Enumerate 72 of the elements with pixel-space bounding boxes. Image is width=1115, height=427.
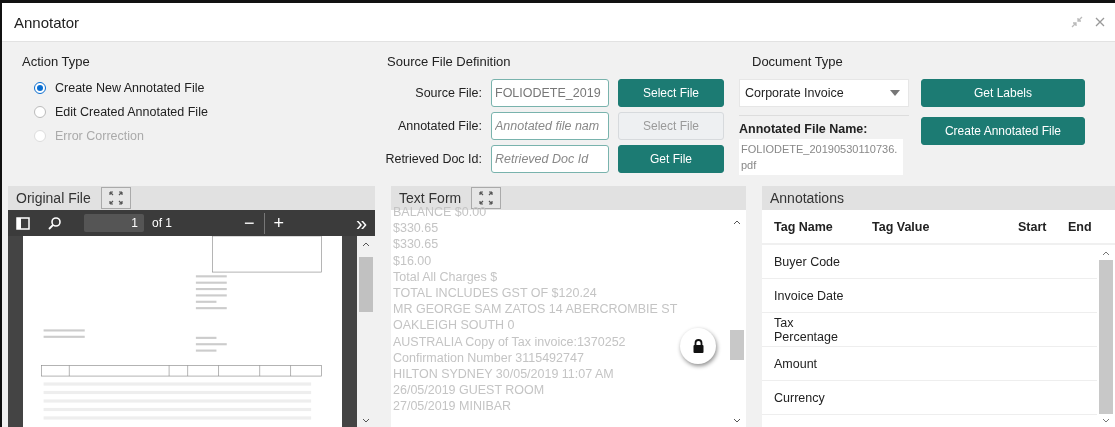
file-button[interactable]: Get File [618, 145, 724, 173]
scroll-down-icon[interactable] [1102, 418, 1110, 423]
field-label: Retrieved Doc Id: [384, 152, 482, 166]
column-header: Start [1018, 219, 1048, 234]
lock-button[interactable] [680, 328, 716, 364]
search-icon[interactable] [48, 216, 62, 230]
scroll-up-icon[interactable] [733, 220, 741, 225]
zoom-out-button[interactable]: − [243, 212, 266, 234]
input-field[interactable]: Retrieved Doc Id [491, 145, 609, 173]
column-header: Tag Value [872, 219, 931, 234]
page-count: of 1 [152, 216, 172, 230]
scrollbar[interactable] [357, 236, 375, 427]
document-type-dropdown[interactable]: Corporate Invoice [739, 79, 909, 107]
scroll-up-icon[interactable] [362, 242, 370, 247]
lock-icon [692, 339, 704, 353]
action-button[interactable]: Create Annotated File [921, 117, 1085, 145]
input-field[interactable]: Annotated file nam [491, 112, 609, 140]
scrollbar-thumb[interactable] [359, 257, 373, 312]
text-line: AUSTRALIA Copy of Tax invoice:1370252 [393, 333, 626, 350]
text-line: HILTON SYDNEY 30/05/2019 11:07 AM [393, 366, 614, 383]
text-line: BALANCE $0.00 [393, 204, 487, 221]
field-label: Source File: [414, 86, 482, 100]
section-title: Document Type [752, 54, 844, 69]
section-title: Action Type [22, 54, 91, 69]
file-button[interactable]: Select File [618, 79, 724, 107]
expand-button[interactable] [100, 187, 131, 209]
text-line: $330.65 [393, 220, 439, 237]
page-number-field[interactable]: 1 [84, 214, 144, 232]
expand-icon [478, 191, 495, 205]
expand-button[interactable] [471, 187, 502, 209]
column-header: End [1068, 219, 1093, 234]
radio-label: Create New Annotated File [55, 81, 205, 95]
text-line: 26/05/2019 GUEST ROOM [393, 382, 545, 399]
scroll-up-icon[interactable] [1102, 251, 1110, 256]
table-cell-text: Tax Percentage [774, 315, 839, 344]
table-cell-text: Currency [774, 390, 826, 405]
scrollbar-thumb[interactable] [730, 330, 744, 360]
panel-title: Text Form [399, 190, 462, 206]
text-line: $330.65 [393, 236, 439, 253]
text-line: Confirmation Number 3115492747 [393, 349, 584, 367]
file-name-value: FOLIODETE_20190530110736.pdf [739, 139, 903, 175]
text-line: OAKLEIGH SOUTH 0 [393, 317, 515, 334]
text-line: $16.00 [393, 252, 432, 269]
panel-title: Original File [16, 190, 91, 206]
close-icon[interactable] [1095, 17, 1105, 27]
table-cell-text: Buyer Code [774, 254, 841, 269]
panel-title: Annotations [770, 190, 844, 206]
scrollbar-thumb[interactable] [1099, 260, 1113, 414]
action-button[interactable]: Get Labels [921, 79, 1085, 107]
window-title: Annotator [14, 13, 80, 31]
field-label: Annotated File Name: [739, 115, 909, 136]
section-title: Source File Definition [387, 54, 512, 69]
field-label: Annotated File: [396, 119, 482, 133]
radio-button[interactable] [34, 82, 46, 94]
radio-button[interactable] [34, 106, 46, 118]
more-tools-button[interactable]: » [355, 214, 367, 232]
text-line: MR GEORGE SAM ZATOS 14 ABERCROMBIE ST [393, 301, 678, 318]
sidebar-icon[interactable] [16, 216, 30, 230]
scroll-down-icon[interactable] [362, 418, 370, 423]
dropdown-caret-icon [890, 90, 900, 96]
radio-label: Error Correction [55, 129, 144, 143]
table-cell-text: Amount [774, 356, 819, 371]
radio-label: Edit Created Annotated File [55, 105, 208, 119]
expand-icon [107, 191, 124, 205]
text-line: Total All Charges $ [393, 268, 498, 285]
table-cell-text: Invoice Date [774, 288, 845, 303]
text-line: TOTAL INCLUDES GST OF $120.24 [393, 285, 597, 302]
scroll-down-icon[interactable] [733, 418, 741, 423]
input-field[interactable]: FOLIODETE_2019 [491, 79, 609, 107]
text-line: 27/05/2019 MINIBAR [393, 398, 512, 415]
zoom-in-button[interactable]: + [273, 212, 284, 234]
column-header: Tag Name [774, 219, 834, 234]
